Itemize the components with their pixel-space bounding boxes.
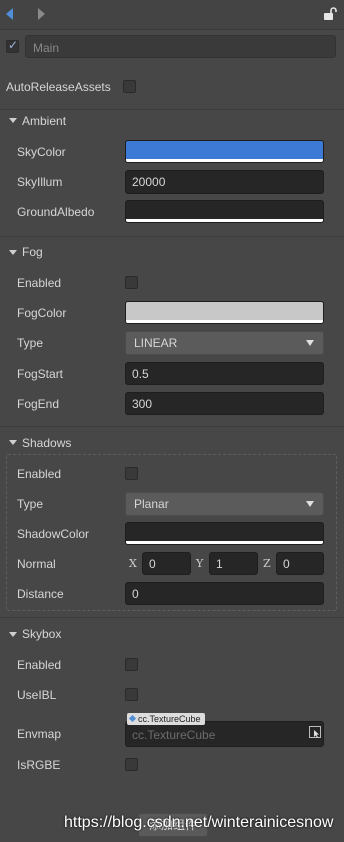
fog-type-value: LINEAR	[134, 336, 178, 350]
normal-y-input[interactable]: 1	[209, 552, 258, 575]
sky-color-picker[interactable]	[125, 140, 324, 163]
auto-release-assets-checkbox[interactable]	[123, 80, 136, 93]
section-title-fog[interactable]: Fog	[22, 245, 43, 259]
shadow-color-picker[interactable]	[125, 522, 324, 545]
ground-albedo-picker[interactable]	[125, 200, 324, 223]
color-alpha-bar	[126, 320, 323, 323]
fog-end-label: FogEnd	[17, 397, 60, 411]
fog-color-label: FogColor	[17, 306, 67, 320]
ground-albedo-label: GroundAlbedo	[17, 205, 95, 219]
fog-end-input[interactable]: 300	[125, 392, 324, 415]
caret-down-icon[interactable]	[9, 118, 17, 123]
distance-label: Distance	[17, 587, 64, 601]
lock-icon[interactable]	[323, 7, 337, 21]
forward-arrow-icon[interactable]	[38, 8, 45, 20]
fog-color-picker[interactable]	[125, 301, 324, 324]
chevron-down-icon[interactable]	[306, 340, 314, 346]
fog-start-label: FogStart	[17, 367, 64, 381]
section-divider	[0, 426, 344, 427]
normal-x-input[interactable]: 0	[142, 552, 191, 575]
color-alpha-bar	[126, 219, 323, 222]
skybox-enabled-checkbox[interactable]	[125, 658, 138, 671]
asset-type-icon	[128, 714, 137, 723]
envmap-placeholder: cc.TextureCube	[132, 728, 216, 742]
chevron-down-icon[interactable]	[306, 501, 314, 507]
caret-down-icon[interactable]	[9, 632, 17, 637]
normal-z-input[interactable]: 0	[276, 552, 324, 575]
normal-y-label: Y	[196, 557, 204, 570]
section-divider	[0, 617, 344, 618]
fog-start-input[interactable]: 0.5	[125, 362, 324, 385]
caret-down-icon[interactable]	[9, 440, 17, 445]
fog-enabled-checkbox[interactable]	[125, 276, 138, 289]
caret-down-icon[interactable]	[9, 250, 17, 255]
auto-release-assets-label: AutoReleaseAssets	[6, 80, 111, 94]
use-ibl-label: UseIBL	[17, 688, 57, 702]
node-name-input[interactable]: Main	[25, 35, 336, 58]
use-ibl-checkbox[interactable]	[125, 688, 138, 701]
is-rgbe-label: IsRGBE	[17, 758, 61, 772]
normal-x-label: X	[129, 557, 137, 570]
shadows-type-select[interactable]: Planar	[125, 492, 324, 516]
envmap-type-text: cc.TextureCube	[138, 714, 201, 724]
shadow-color-label: ShadowColor	[17, 527, 90, 541]
watermark-text: https://blog.csdn.net/winterainicesnow	[64, 814, 334, 831]
shadows-enabled-label: Enabled	[17, 467, 62, 481]
fog-type-label: Type	[17, 336, 44, 350]
sky-color-label: SkyColor	[17, 145, 66, 159]
node-active-checkbox[interactable]	[6, 38, 19, 53]
sky-illum-input[interactable]: 20000	[125, 170, 324, 194]
shadows-type-value: Planar	[134, 497, 169, 511]
normal-z-label: Z	[263, 557, 271, 570]
sky-illum-label: SkyIllum	[17, 175, 63, 189]
inspector-toolbar	[0, 0, 344, 30]
section-divider	[0, 109, 344, 110]
section-divider	[0, 236, 344, 237]
distance-input[interactable]: 0	[125, 582, 324, 605]
is-rgbe-checkbox[interactable]	[125, 758, 138, 771]
color-alpha-bar	[126, 159, 323, 162]
section-title-shadows[interactable]: Shadows	[22, 436, 71, 450]
shadows-enabled-checkbox[interactable]	[125, 467, 138, 480]
envmap-label: Envmap	[17, 727, 62, 741]
section-title-ambient[interactable]: Ambient	[22, 114, 66, 128]
fog-type-select[interactable]: LINEAR	[125, 331, 324, 355]
asset-picker-icon[interactable]	[309, 726, 321, 738]
shadows-type-label: Type	[17, 497, 44, 511]
normal-label: Normal	[17, 557, 56, 571]
fog-enabled-label: Enabled	[17, 276, 62, 290]
section-title-skybox[interactable]: Skybox	[22, 627, 61, 641]
skybox-enabled-label: Enabled	[17, 658, 62, 672]
color-alpha-bar	[126, 541, 323, 544]
back-arrow-icon[interactable]	[6, 8, 13, 20]
envmap-type-badge: cc.TextureCube	[127, 713, 205, 725]
